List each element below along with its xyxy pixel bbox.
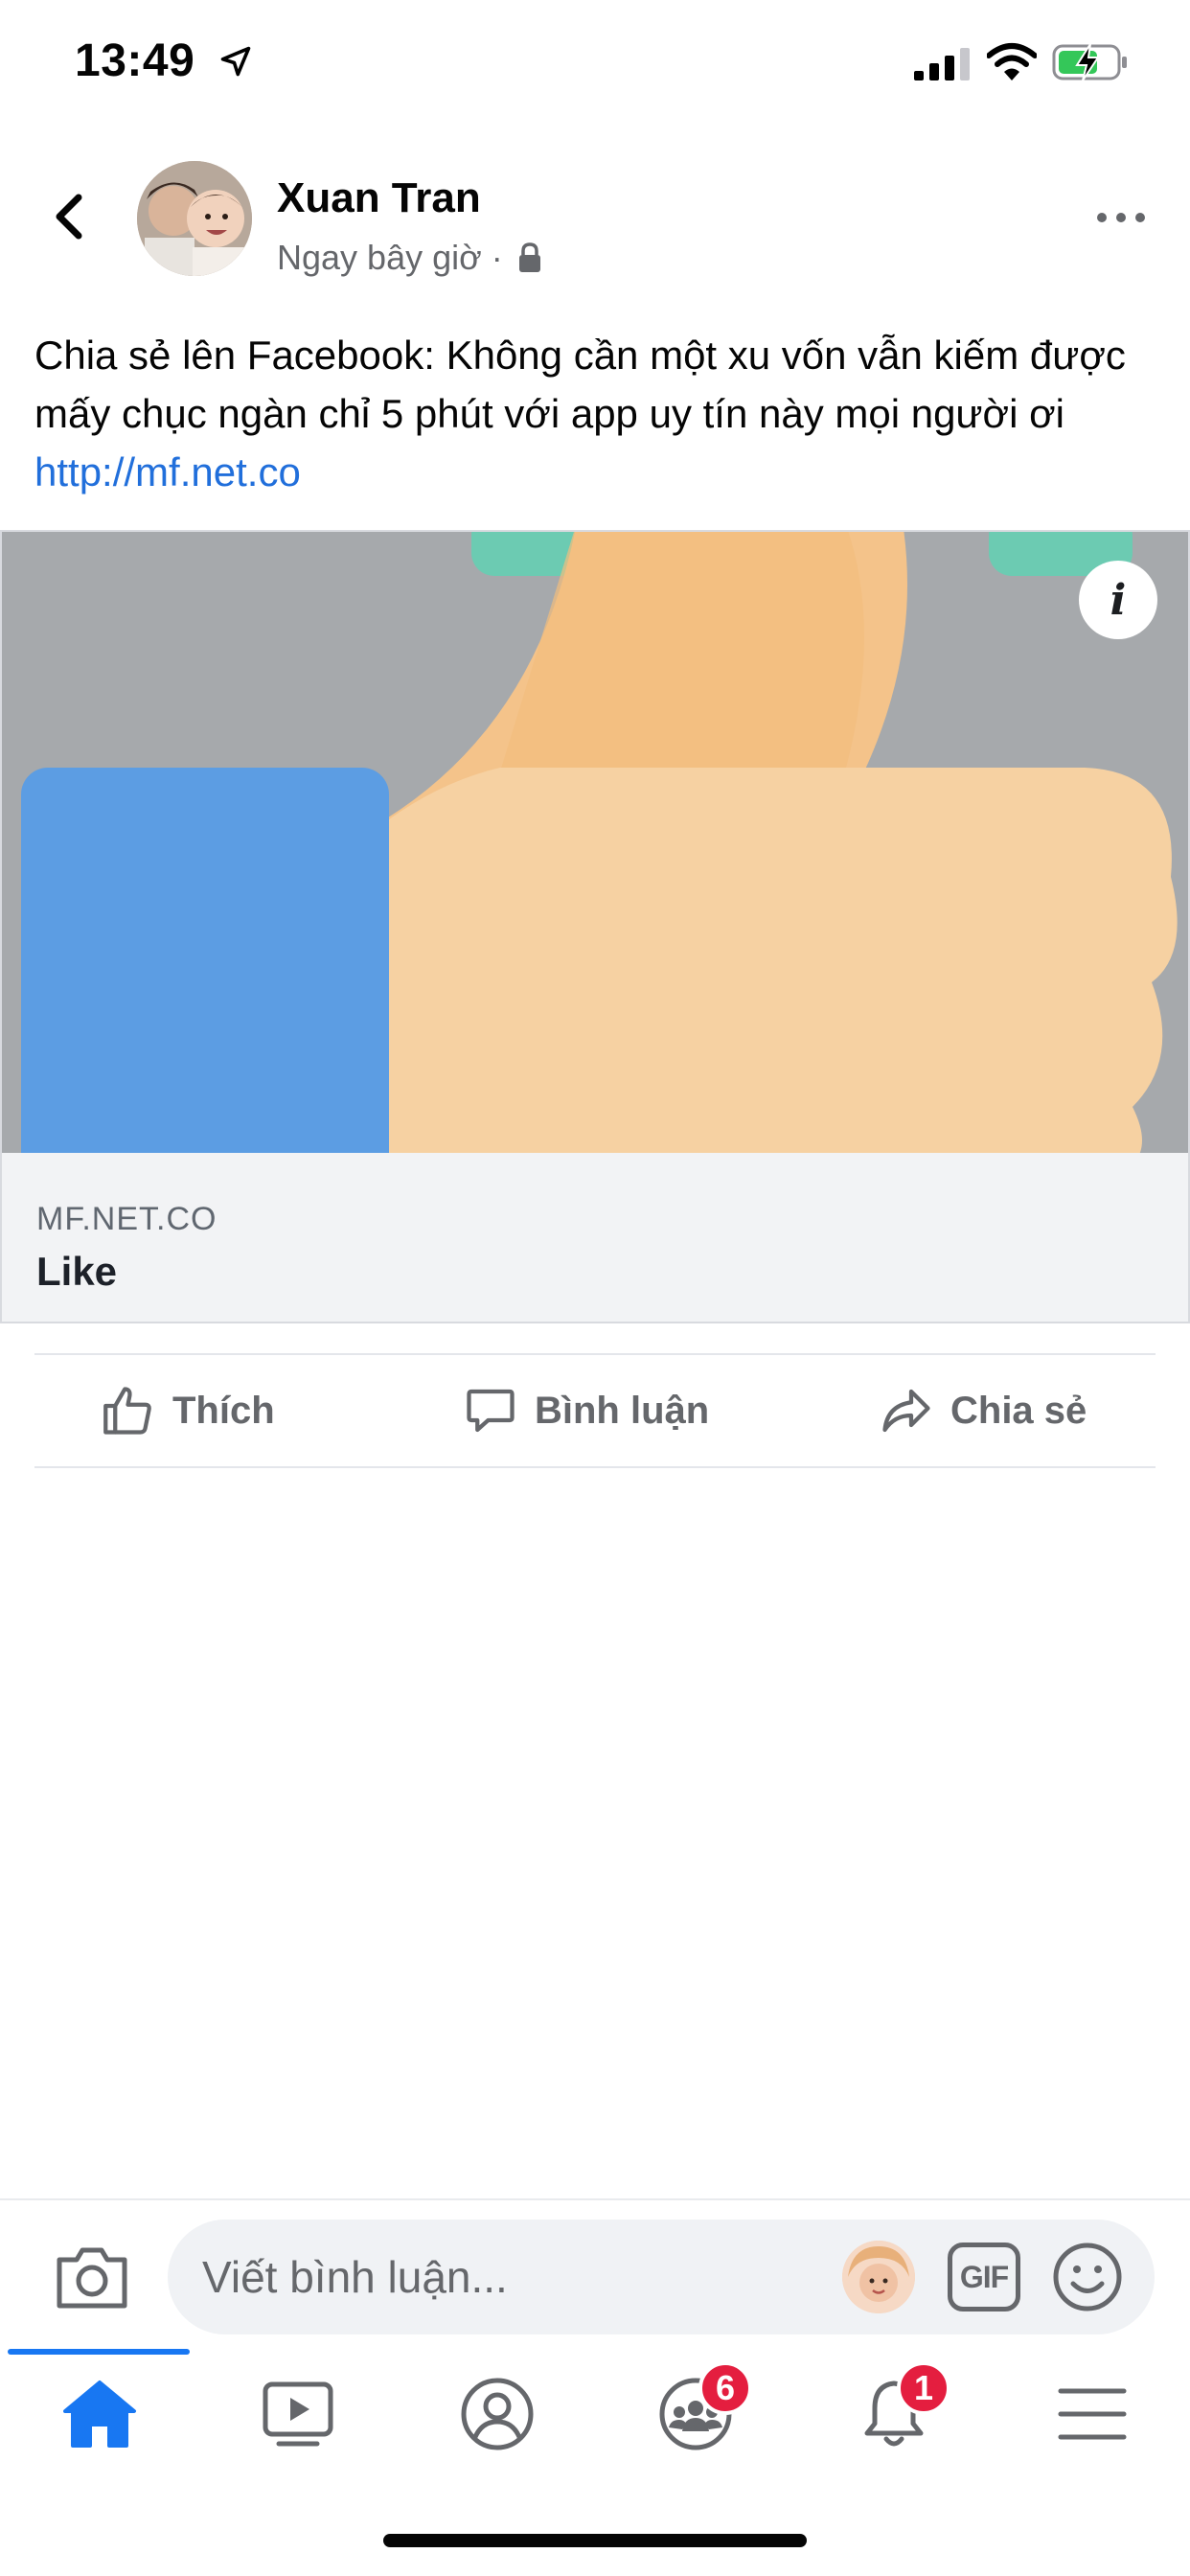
avatar-sticker-icon[interactable] [842, 2241, 915, 2313]
more-options-icon[interactable] [1092, 203, 1150, 232]
tab-profile[interactable] [454, 2371, 540, 2457]
lock-icon [518, 242, 540, 272]
share-button[interactable]: Chia sẻ [878, 1355, 1087, 1466]
thumbs-up-illustration [2, 532, 1188, 1153]
wifi-icon [987, 43, 1037, 80]
like-label: Thích [172, 1389, 275, 1432]
profile-icon [461, 2378, 534, 2450]
post-meta: Ngay bây giờ · [277, 238, 543, 278]
home-indicator[interactable] [383, 2534, 807, 2547]
active-tab-indicator [8, 2349, 190, 2355]
preview-image: i [2, 532, 1188, 1153]
notifications-badge: 1 [897, 2361, 950, 2415]
post-link[interactable]: http://mf.net.co [34, 449, 301, 494]
comment-button[interactable]: Bình luận [462, 1355, 709, 1466]
video-play-icon [263, 2381, 333, 2447]
post-timestamp: Ngay bây giờ · [277, 238, 503, 277]
comment-box[interactable]: GIF [168, 2220, 1155, 2334]
tab-home[interactable] [57, 2371, 143, 2457]
gif-icon[interactable]: GIF [948, 2242, 1020, 2312]
status-time: 13:49 [75, 35, 195, 86]
bottom-tab-bar: 6 1 [0, 2346, 1190, 2471]
post-body: Chia sẻ lên Facebook: Không cần một xu v… [34, 333, 1126, 436]
location-arrow-icon [220, 46, 251, 77]
thumbs-up-icon [103, 1387, 151, 1435]
tab-menu[interactable] [1049, 2371, 1135, 2457]
hamburger-menu-icon [1058, 2388, 1127, 2440]
tab-watch[interactable] [255, 2371, 341, 2457]
avatar-face-icon [842, 2241, 915, 2313]
post-text: Chia sẻ lên Facebook: Không cần một xu v… [34, 326, 1156, 501]
comment-label: Bình luận [535, 1389, 710, 1432]
preview-title: Like [36, 1249, 118, 1294]
comment-bubble-icon [467, 1389, 515, 1433]
like-button[interactable]: Thích [100, 1355, 275, 1466]
tab-groups[interactable]: 6 [652, 2361, 752, 2457]
share-arrow-icon [882, 1389, 930, 1433]
back-arrow-icon[interactable] [46, 188, 92, 245]
emoji-icon[interactable] [1051, 2241, 1124, 2313]
camera-icon[interactable] [54, 2242, 130, 2312]
battery-charging-icon [1052, 43, 1127, 81]
share-label: Chia sẻ [950, 1389, 1087, 1432]
author-name[interactable]: Xuan Tran [277, 174, 481, 222]
tab-notifications[interactable]: 1 [851, 2361, 950, 2457]
groups-badge: 6 [698, 2361, 752, 2415]
comment-input[interactable] [202, 2220, 796, 2334]
avatar-photo [137, 161, 252, 276]
comment-composer: GIF [0, 2198, 1190, 2342]
cellular-signal-icon [914, 48, 970, 80]
preview-domain: MF.NET.CO [36, 1201, 217, 1237]
author-avatar[interactable] [137, 161, 252, 276]
post-action-bar: Thích Bình luận Chia sẻ [34, 1353, 1156, 1468]
preview-footer: MF.NET.CO Like [2, 1153, 1188, 1322]
info-icon[interactable]: i [1079, 561, 1157, 639]
link-preview-card[interactable]: i MF.NET.CO Like [0, 530, 1190, 1323]
status-bar: 13:49 [0, 0, 1190, 129]
home-icon [63, 2380, 136, 2448]
